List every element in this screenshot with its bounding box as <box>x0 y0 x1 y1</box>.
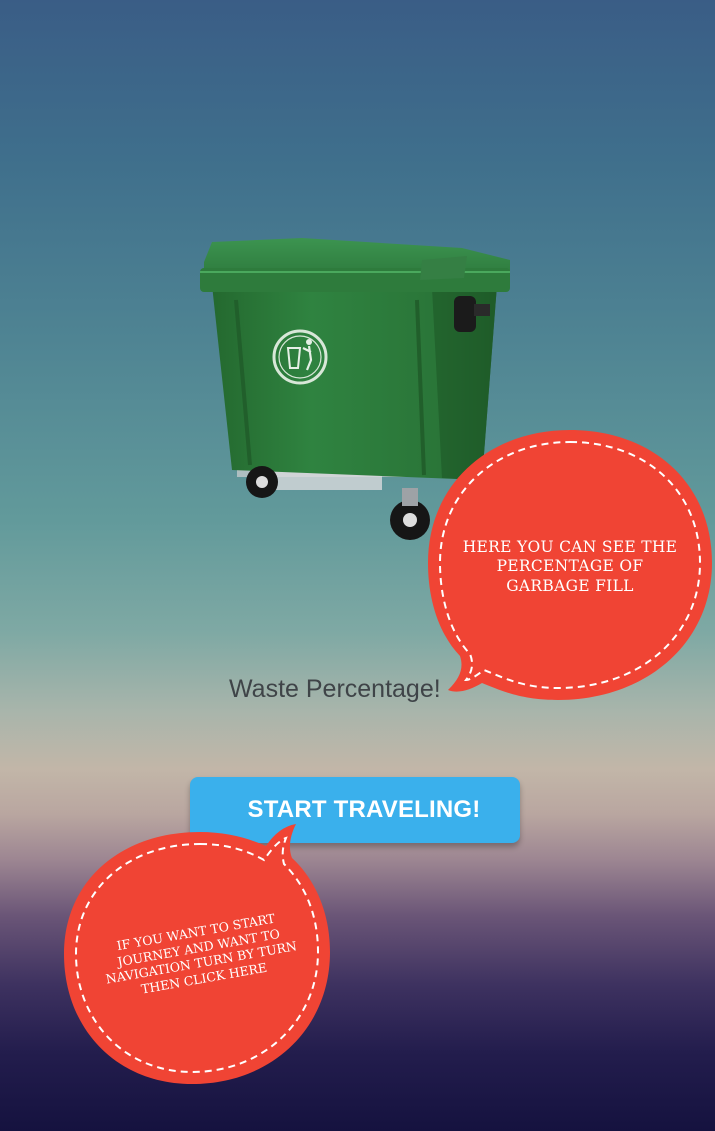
start-traveling-button[interactable]: START TRAVELING! <box>190 777 520 843</box>
waste-percentage-label: Waste Percentage! <box>229 675 441 703</box>
speech-bubble-shape <box>64 824 330 1084</box>
garbage-bin-icon <box>200 238 510 540</box>
tooltip-text-start-journey: IF YOU WANT TO START JOURNEY AND WANT TO… <box>104 910 298 997</box>
garbage-bin-image <box>192 230 522 550</box>
tooltip-bubble-start-journey: IF YOU WANT TO START JOURNEY AND WANT TO… <box>60 818 340 1088</box>
